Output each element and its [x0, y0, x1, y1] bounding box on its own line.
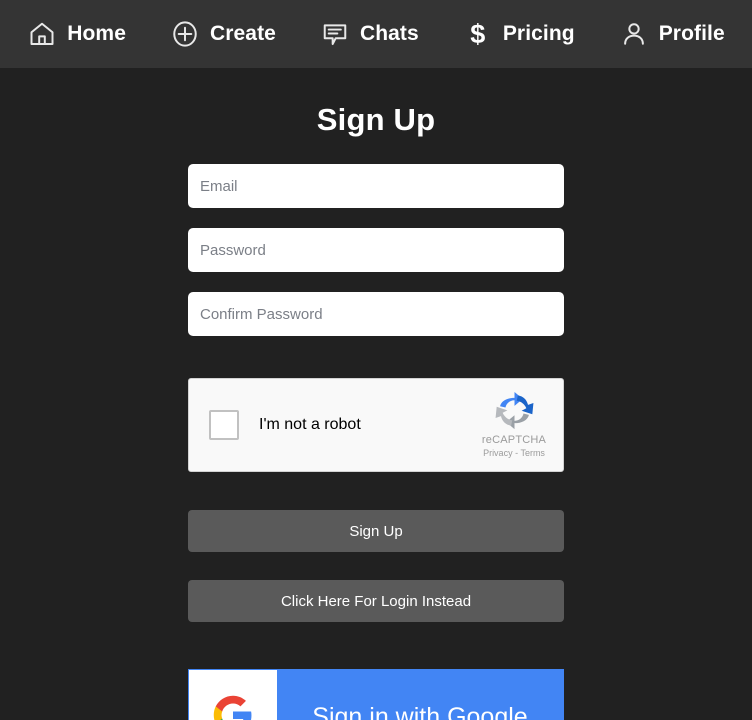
google-g-icon [212, 694, 254, 720]
google-signin-button[interactable]: Sign in with Google [188, 669, 564, 720]
nav-item-profile-label: Profile [658, 22, 725, 45]
recaptcha-branding: reCAPTCHA Privacy - Terms [476, 388, 552, 458]
signup-button[interactable]: Sign Up [188, 510, 564, 552]
signup-page: Sign Up I'm not a robot reCA [0, 68, 752, 720]
recaptcha-privacy-link[interactable]: Privacy [483, 448, 513, 458]
nav-item-pricing-label: Pricing [502, 22, 575, 45]
dollar-glyph: $ [470, 18, 486, 49]
recaptcha-logo-icon [492, 388, 537, 433]
confirm-password-input[interactable] [188, 292, 564, 336]
nav-item-home[interactable]: Home [5, 19, 148, 49]
plus-circle-icon [170, 19, 200, 49]
signup-form: I'm not a robot reCAPTCHA Privacy - Term… [188, 164, 564, 720]
nav-item-chats[interactable]: Chats [298, 19, 441, 49]
recaptcha-separator: - [515, 448, 519, 458]
recaptcha-terms-link[interactable]: Terms [520, 448, 545, 458]
nav-item-pricing[interactable]: $ Pricing [441, 19, 597, 49]
google-logo-tile [189, 670, 277, 720]
recaptcha-links: Privacy - Terms [483, 448, 545, 458]
person-icon [619, 19, 649, 49]
top-navbar: Home Create Chats $ Pricing Profile [0, 0, 752, 68]
nav-item-profile[interactable]: Profile [597, 19, 747, 49]
nav-item-chats-label: Chats [359, 22, 419, 45]
home-icon [27, 19, 57, 49]
recaptcha-widget[interactable]: I'm not a robot reCAPTCHA Privacy - Term… [188, 378, 564, 472]
google-signin-label: Sign in with Google [312, 702, 528, 720]
chat-bubble-icon [320, 19, 350, 49]
nav-item-create[interactable]: Create [148, 19, 298, 49]
nav-item-create-label: Create [209, 22, 276, 45]
recaptcha-check-group: I'm not a robot [189, 410, 361, 440]
email-input[interactable] [188, 164, 564, 208]
recaptcha-checkbox[interactable] [209, 410, 239, 440]
nav-item-home-label: Home [67, 22, 126, 45]
page-title: Sign Up [316, 102, 436, 137]
recaptcha-brand-name: reCAPTCHA [481, 434, 547, 446]
password-input[interactable] [188, 228, 564, 272]
recaptcha-label: I'm not a robot [259, 416, 361, 433]
dollar-sign-icon: $ [463, 19, 493, 49]
login-instead-button[interactable]: Click Here For Login Instead [188, 580, 564, 622]
